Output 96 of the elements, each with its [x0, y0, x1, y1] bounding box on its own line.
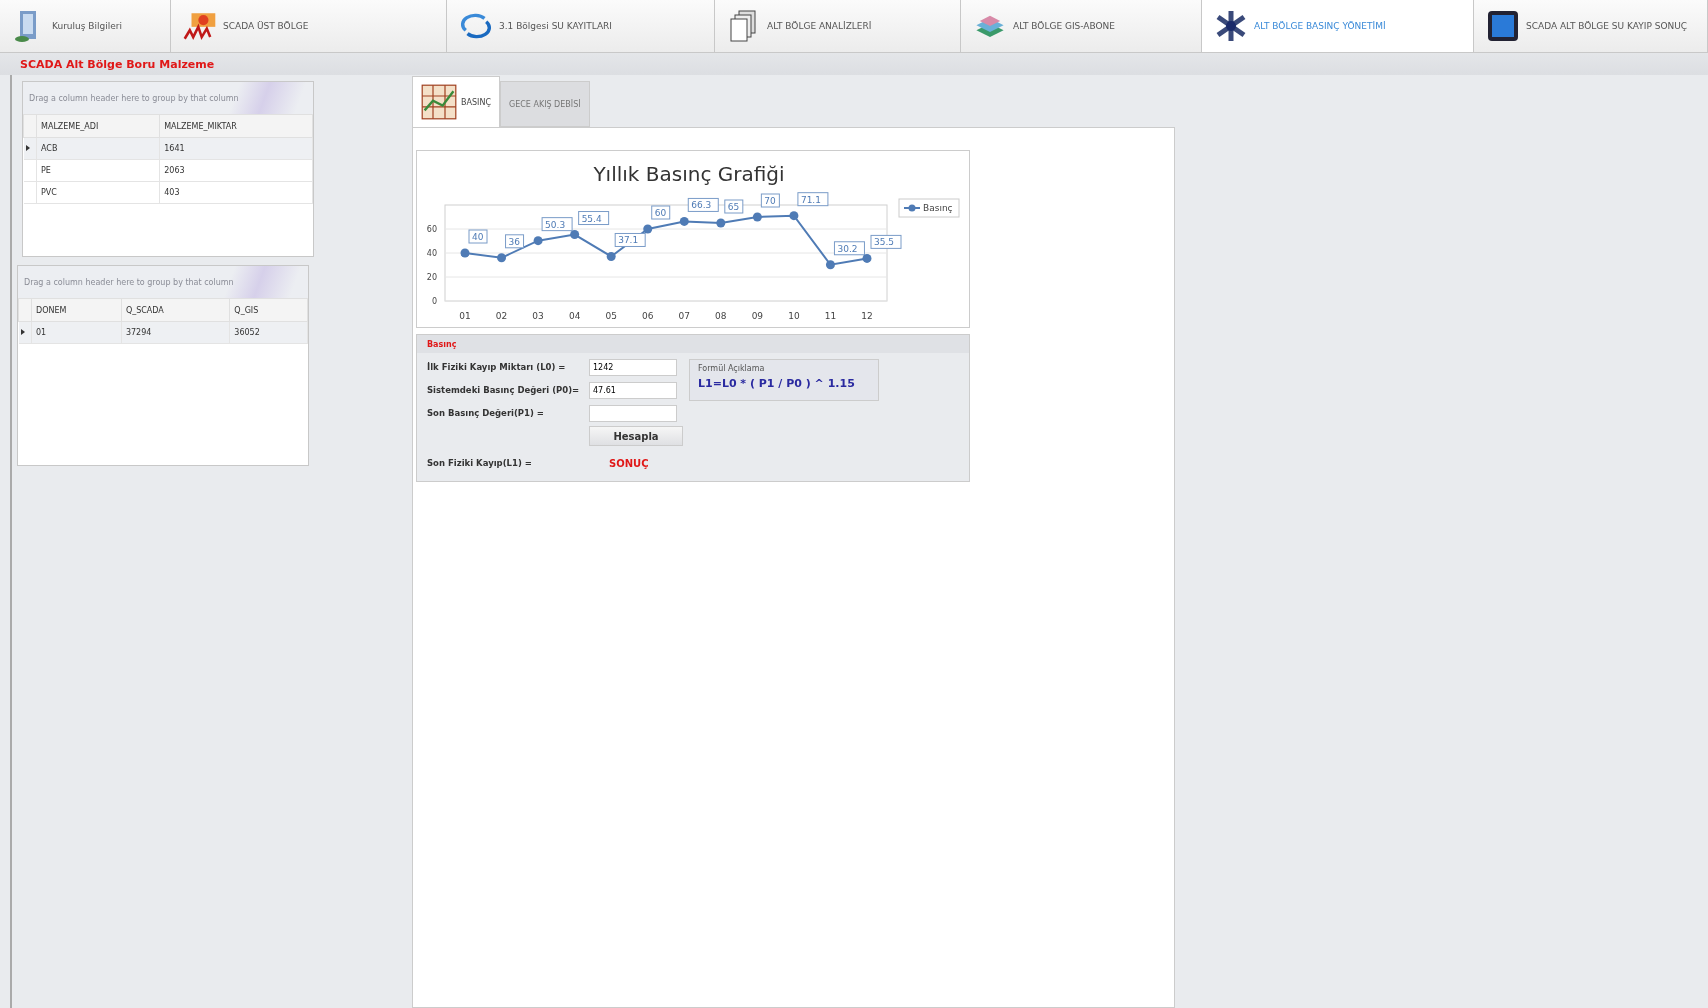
table-cell: 2063	[159, 159, 313, 182]
axis-tick-label: 07	[678, 311, 690, 321]
data-label: 70	[760, 193, 780, 208]
column-header[interactable]: Q_SCADA	[121, 298, 230, 322]
table-cell: PE	[36, 159, 160, 182]
data-label: 65	[727, 202, 740, 212]
row-indicator-icon	[25, 145, 30, 151]
module-tab[interactable]: SCADA ÜST BÖLGE	[171, 0, 447, 52]
data-label: 50.3	[545, 219, 566, 230]
data-label: 55.4	[578, 211, 610, 225]
data-label: 30.2	[833, 241, 865, 256]
data-label: 66.3	[687, 197, 719, 212]
data-point	[497, 253, 507, 263]
tab[interactable]: BASINÇ	[412, 76, 500, 127]
page-title: SCADA Alt Bölge Boru Malzeme	[20, 57, 215, 71]
axis-tick-label: 0	[431, 297, 437, 306]
group-title: Basınç	[427, 339, 457, 349]
column-header[interactable]: Q_GIS	[229, 298, 308, 322]
axis-tick-label: 03	[532, 311, 544, 321]
axis-tick-label: 40	[426, 249, 437, 258]
axis-tick-label: 02	[495, 311, 508, 321]
data-point	[606, 252, 616, 261]
input-field[interactable]	[589, 404, 677, 422]
input-field[interactable]: 47.61	[589, 381, 677, 399]
module-tab[interactable]: ALT BÖLGE BASINÇ YÖNETİMİ	[1202, 0, 1474, 52]
group-panel-hint: Drag a column header here to group by that column	[24, 277, 234, 287]
row-indicator-icon	[20, 329, 25, 335]
data-point	[752, 212, 762, 222]
legend: Basınç	[898, 198, 960, 218]
axis-tick-label: 09	[751, 311, 764, 321]
input-field[interactable]: 1242	[589, 358, 677, 376]
axis-tick-label: 20	[426, 273, 437, 282]
field-label: İlk Fiziki Kayıp Miktarı (L0) =	[427, 362, 567, 372]
data-point	[679, 216, 689, 226]
data-label: 65	[724, 199, 744, 214]
table-cell: 403	[159, 181, 313, 204]
legend-label: Basınç	[923, 203, 953, 213]
data-label: 36	[505, 234, 525, 249]
module-tab[interactable]: SCADA ALT BÖLGE SU KAYIP SONUÇ	[1474, 0, 1708, 52]
data-label: 60	[651, 205, 671, 220]
data-label: 50.3	[541, 217, 573, 232]
data-point	[570, 230, 580, 239]
data-label: 60	[654, 208, 667, 218]
module-tab[interactable]: ALT BÖLGE GIS-ABONE	[961, 0, 1202, 52]
data-point	[643, 224, 653, 234]
axis-tick-label: 08	[715, 311, 727, 321]
data-point	[716, 218, 726, 228]
data-label: 35.5	[870, 234, 902, 249]
data-point	[862, 253, 872, 263]
formula-title: Formül Açıklama	[698, 364, 766, 373]
chart-title: Yıllık Basınç Grafiği	[593, 162, 785, 186]
axis-tick-label: 12	[861, 311, 873, 321]
result-label: Son Fiziki Kayıp(L1) =	[427, 458, 533, 468]
axis-tick-label: 01	[459, 311, 471, 321]
table-cell: 1641	[159, 137, 313, 160]
data-point	[533, 236, 543, 246]
data-label: 71.1	[797, 192, 829, 207]
data-label: 36	[508, 236, 521, 247]
group-panel-hint: Drag a column header here to group by that column	[29, 93, 239, 103]
star-icon	[1214, 9, 1248, 43]
calculate-button[interactable]: Hesapla	[589, 426, 683, 446]
data-label: 70	[764, 196, 777, 206]
axis-tick-label: 04	[568, 311, 581, 321]
data-label: 35.5	[874, 237, 895, 248]
field-label: Sistemdeki Basınç Değeri (P0)=	[427, 385, 581, 395]
data-label: 37.1	[614, 233, 646, 247]
column-header[interactable]: MALZEME_MIKTAR	[159, 114, 313, 138]
data-point	[825, 260, 835, 270]
tab[interactable]: GECE AKIŞ DEBİSİ	[499, 81, 590, 127]
data-label: 66.3	[691, 200, 712, 211]
data-label: 37.1	[618, 235, 639, 246]
data-label: 40	[472, 232, 484, 242]
formula-text: L1=L0 * ( P1 / P0 ) ^ 1.15	[698, 377, 856, 390]
data-label: 55.4	[581, 213, 602, 224]
monitor-icon	[1486, 9, 1520, 43]
result-value: SONUÇ	[609, 457, 649, 469]
row-indicator[interactable]	[23, 137, 37, 160]
data-point	[789, 211, 799, 221]
axis-tick-label: 11	[824, 311, 837, 321]
field-label: Son Basınç Değeri(P1) =	[427, 408, 545, 418]
data-label: 30.2	[837, 243, 858, 254]
table-cell: PVC	[36, 181, 160, 204]
axis-tick-label: 60	[426, 225, 437, 234]
axis-tick-label: 06	[642, 311, 654, 321]
module-tab[interactable]: ALT BÖLGE ANALİZLERİ	[715, 0, 961, 52]
data-point	[460, 248, 470, 258]
column-header[interactable]: DONEM	[31, 298, 122, 322]
axis-tick-label: 10	[788, 311, 800, 321]
column-header[interactable]: MALZEME_ADI	[36, 114, 160, 138]
table-chart-icon	[421, 84, 457, 120]
data-label: 40	[468, 229, 488, 244]
data-label: 71.1	[800, 194, 821, 205]
module-tab[interactable]: Kuruluş Bilgileri	[0, 0, 171, 52]
module-tab[interactable]: 3.1 Bölgesi SU KAYITLARI	[447, 0, 715, 52]
axis-tick-label: 05	[605, 311, 617, 321]
row-indicator[interactable]	[18, 321, 32, 344]
